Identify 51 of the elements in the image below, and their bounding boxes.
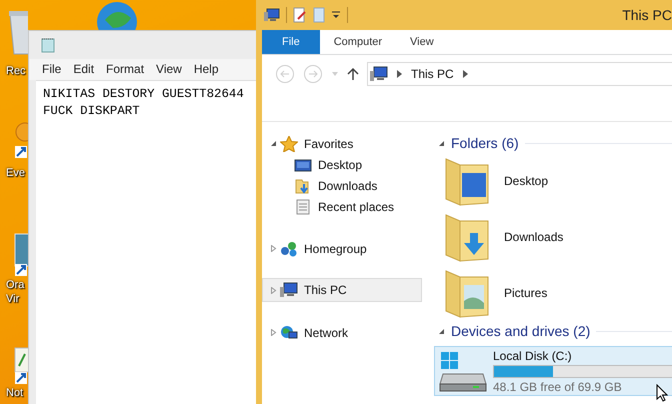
network-icon [280,324,298,340]
collapsed-triangle-icon[interactable] [270,245,277,252]
chevron-icon[interactable] [397,70,402,78]
up-arrow-icon[interactable] [347,67,359,81]
folder-item[interactable]: Pictures [438,265,672,321]
computer-icon[interactable] [264,8,280,22]
folder-item[interactable]: Downloads [438,209,672,265]
menu-item[interactable]: File [37,61,68,77]
shortcut-icon[interactable] [14,232,28,278]
ribbon-tab[interactable]: Computer [320,30,396,54]
properties-icon[interactable] [293,7,307,23]
folder-item[interactable]: Desktop [438,153,672,209]
hard-drive-icon [439,350,487,392]
ribbon-tab[interactable]: File [262,30,320,54]
nav-item[interactable]: Recent places [262,196,422,217]
expanded-triangle-icon[interactable] [270,140,277,147]
section-header: Folders (6) [451,135,519,151]
address-bar[interactable]: This PC [367,62,672,86]
nav-item[interactable]: Homegroup [262,238,422,259]
dropdown-icon[interactable] [331,10,341,20]
chevron-icon[interactable] [462,70,468,78]
nav-item[interactable]: Downloads [262,175,422,196]
drive-tile[interactable]: Local Disk (C:) 48.1 GB free of 69.9 GB [434,346,672,396]
homegroup-icon [280,240,298,256]
nav-item[interactable]: Desktop [262,154,422,175]
free-space-text: 48.1 GB free of 69.9 GB [493,380,622,394]
computer-icon [370,66,388,82]
breadcrumb[interactable]: This PC [411,67,454,81]
computer-icon [280,282,298,298]
document-icon [294,198,312,214]
collapsed-triangle-icon[interactable] [270,329,277,336]
menu-item[interactable]: Edit [68,61,102,77]
nav-item[interactable]: Favorites [262,133,422,154]
text-area[interactable]: NIKITAS DESTORY GUESTT82644 FUCK DISKPART [36,80,259,404]
window-title: This PC [622,7,672,23]
menu-item[interactable]: View [151,61,189,77]
menu-item[interactable]: Help [188,61,226,77]
text-line: FUCK DISKPART [43,103,141,120]
notepad-icon [41,37,55,53]
text-line: NIKITAS DESTORY GUESTT82644 [43,86,245,103]
collapse-icon[interactable] [438,140,445,146]
desktop-icon [294,156,312,172]
nav-item[interactable]: This PC [262,278,422,302]
nav-item[interactable]: Network [262,322,422,343]
menu-item[interactable]: Format [101,61,152,77]
ribbon-tab[interactable]: View [396,30,448,54]
collapse-icon[interactable] [438,328,445,334]
shortcut-icon[interactable] [14,120,28,160]
drive-label: Local Disk (C:) [493,348,572,362]
section-header: Devices and drives (2) [451,323,590,339]
star-icon [280,136,298,152]
